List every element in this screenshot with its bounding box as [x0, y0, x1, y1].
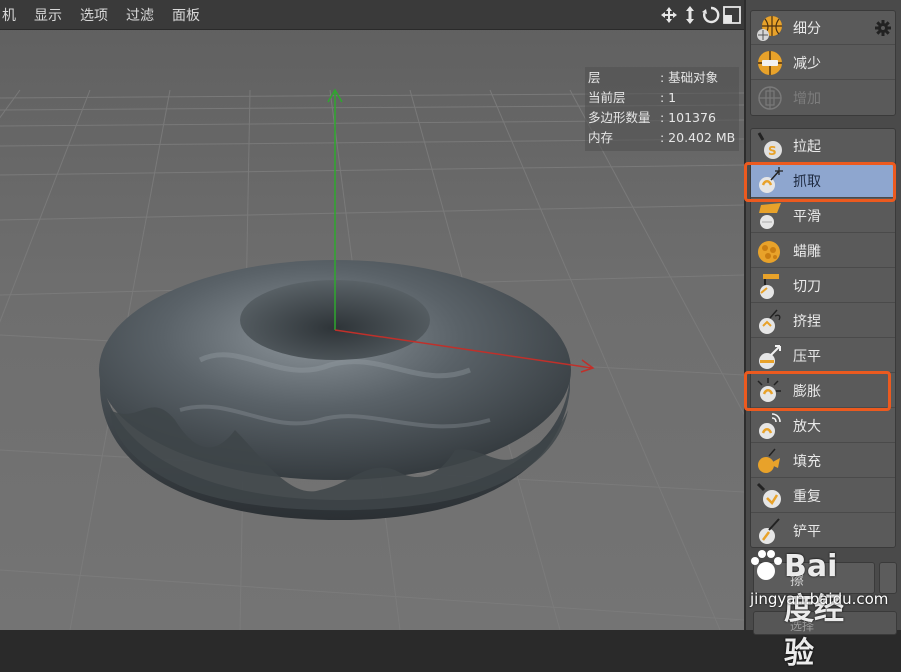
tool-pinch[interactable]: 挤捏 — [751, 304, 895, 338]
erase-options-button[interactable] — [879, 562, 897, 594]
subdivision-group: 细分 减少 增加 — [750, 10, 896, 116]
view-nav-icons — [659, 5, 742, 25]
brush-group: S 拉起 抓取 平滑 蜡雕 切刀 挤捏 压平 膨胀 放大 填充 重复 铲平 — [750, 128, 896, 548]
inflate-brush-icon — [757, 378, 781, 402]
grab-brush-icon — [759, 167, 783, 193]
sculpt-tool-panel: 细分 减少 增加 S 拉起 抓取 平滑 蜡雕 切刀 挤捏 压平 膨胀 放大 填充… — [744, 0, 901, 630]
3d-viewport[interactable]: 机 显示 选项 过滤 面板 层 : 基础对象 当前层: 1 多边形数量: 1… — [0, 0, 744, 630]
info-row-memory: 内存 : 20.402 MB — [588, 130, 736, 145]
select-button[interactable] — [753, 611, 897, 635]
gear-icon[interactable] — [874, 19, 892, 37]
fill-brush-icon — [758, 448, 780, 473]
tool-inflate[interactable]: 膨胀 — [751, 374, 895, 408]
tool-smooth[interactable]: 平滑 — [751, 199, 895, 233]
knife-brush-icon — [760, 274, 779, 299]
tool-fill[interactable]: 填充 — [751, 444, 895, 478]
increase-icon — [758, 86, 782, 110]
tool-knife[interactable]: 切刀 — [751, 269, 895, 303]
tool-subdivide[interactable]: 细分 — [751, 11, 895, 45]
pinch-brush-icon — [759, 309, 781, 334]
tool-wax[interactable]: 蜡雕 — [751, 234, 895, 268]
tool-amplify[interactable]: 放大 — [751, 409, 895, 443]
repeat-brush-icon — [756, 482, 781, 508]
tool-pull[interactable]: S 拉起 — [751, 129, 895, 163]
menu-options[interactable]: 选项 — [80, 5, 108, 25]
hud-info-panel: 层 : 基础对象 当前层 : 1 多边形数量 : 101376 内存 : 20.… — [585, 67, 739, 151]
select-button-label: 选择 — [790, 619, 815, 633]
maximize-view-icon[interactable] — [722, 5, 742, 25]
decrease-icon — [758, 51, 782, 75]
svg-text:S: S — [768, 144, 777, 158]
pull-brush-icon: S — [757, 132, 782, 159]
flatten-brush-icon — [759, 345, 781, 369]
tool-decrease[interactable]: 减少 — [751, 46, 895, 80]
smooth-brush-icon — [759, 203, 781, 229]
amplify-brush-icon — [759, 413, 781, 439]
info-row-layer: 层 : 基础对象 — [588, 70, 719, 85]
tool-scrape[interactable]: 铲平 — [751, 514, 895, 548]
subdivide-icon — [757, 16, 782, 41]
menu-display[interactable]: 显示 — [34, 5, 62, 25]
erase-button[interactable] — [753, 562, 875, 594]
rotate-view-icon[interactable] — [701, 5, 721, 25]
dolly-view-icon[interactable] — [680, 5, 700, 25]
tool-flatten[interactable]: 压平 — [751, 339, 895, 373]
erase-button-label: 擦 — [790, 573, 804, 589]
tool-grab[interactable]: 抓取 — [751, 164, 895, 198]
menu-camera[interactable]: 机 — [2, 5, 16, 25]
viewport-menubar: 机 显示 选项 过滤 面板 — [0, 0, 744, 30]
info-row-current-layer: 当前层 : 1 — [588, 90, 677, 105]
wax-brush-icon — [758, 241, 780, 263]
tool-repeat[interactable]: 重复 — [751, 479, 895, 513]
menu-filter[interactable]: 过滤 — [126, 5, 154, 25]
move-view-icon[interactable] — [659, 5, 679, 25]
scrape-brush-icon — [759, 518, 780, 544]
menu-panel[interactable]: 面板 — [172, 5, 200, 25]
info-row-polygon-count: 多边形数量 : 101376 — [588, 110, 716, 125]
tool-increase[interactable]: 增加 — [751, 81, 895, 115]
